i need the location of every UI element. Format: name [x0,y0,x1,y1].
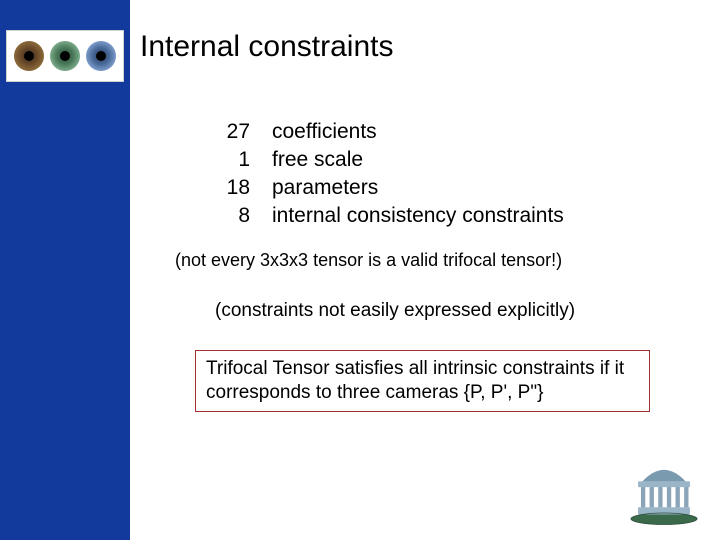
label-cell: coefficients [272,120,564,144]
constraint-table: 27 coefficients 1 free scale 18 paramete… [200,120,564,228]
count-cell: 18 [200,176,250,200]
label-cell: free scale [272,148,564,172]
iris-icon [14,41,44,71]
count-cell: 27 [200,120,250,144]
boxed-statement: Trifocal Tensor satisfies all intrinsic … [195,350,650,412]
note-tensor-validity: (not every 3x3x3 tensor is a valid trifo… [175,250,562,271]
count-cell: 8 [200,204,250,228]
rotunda-icon [626,454,702,526]
label-cell: parameters [272,176,564,200]
note-constraints-implicit: (constraints not easily expressed explic… [215,300,575,322]
iris-icon [86,41,116,71]
iris-icon [50,41,80,71]
label-cell: internal consistency constraints [272,204,564,228]
count-cell: 1 [200,148,250,172]
iris-logo [6,30,124,82]
slide-title: Internal constraints [140,30,393,64]
